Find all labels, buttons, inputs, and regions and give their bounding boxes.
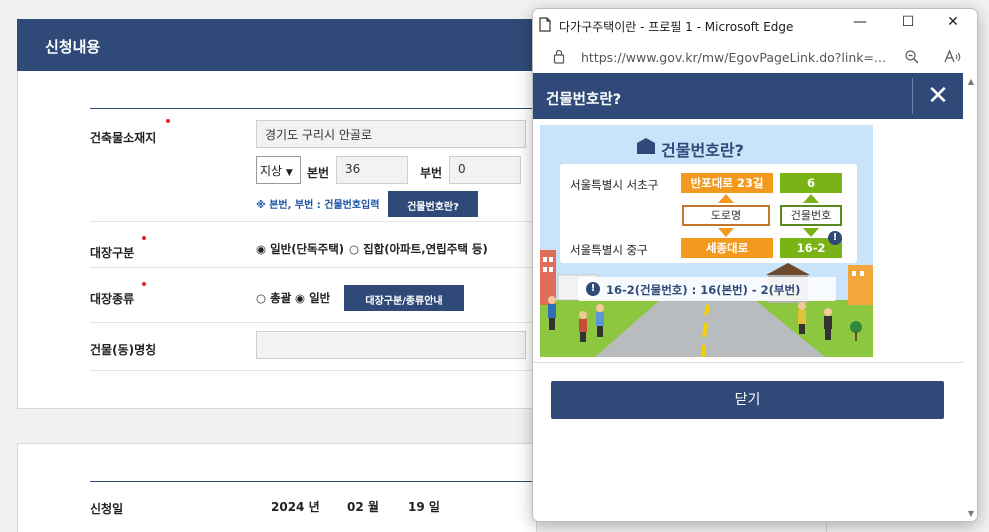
building-no-note: ※ 본번, 부번 : 건물번호입력 bbox=[256, 200, 380, 211]
register-kind-general-label: 일반 bbox=[309, 291, 331, 305]
register-kind-label: 대장종류 bbox=[90, 292, 135, 306]
month-value: 02 bbox=[347, 500, 364, 514]
radio-checked-icon: ◉ bbox=[256, 242, 267, 256]
request-month: 02 월 bbox=[347, 498, 379, 515]
example-num-1: 6 bbox=[780, 173, 842, 193]
example-road-1: 반포대로 23길 bbox=[681, 173, 773, 193]
example-city-1: 서울특별시 서초구 bbox=[570, 178, 659, 192]
year-value: 2024 bbox=[271, 500, 305, 514]
register-type-general-radio[interactable]: ◉ 일반(단독주택) bbox=[256, 241, 344, 257]
required-mark bbox=[142, 282, 146, 286]
close-icon[interactable]: ✕ bbox=[921, 79, 955, 113]
building-name-label: 건물(동)명칭 bbox=[90, 343, 157, 357]
year-unit: 년 bbox=[308, 500, 320, 514]
address-example-card: 서울특별시 서초구 반포대로 23길 6 도로명 건물번호 서울특별시 중구 세… bbox=[560, 164, 857, 263]
edge-popup-window: 다가구주택이란 - 프로필 1 - Microsoft Edge — ☐ ✕ h… bbox=[532, 8, 978, 522]
footnote-box: ! 16-2(건물번호) : 16(본번) - 2(부번) bbox=[578, 277, 836, 301]
sub-no-input[interactable]: 0 bbox=[449, 156, 521, 184]
window-close-button[interactable]: ✕ bbox=[936, 14, 970, 36]
zoom-out-icon[interactable] bbox=[904, 49, 920, 65]
day-unit: 일 bbox=[428, 500, 440, 514]
info-icon: ! bbox=[586, 282, 600, 296]
arrow-down-icon bbox=[718, 228, 734, 237]
radio-unchecked-icon: ○ bbox=[349, 242, 360, 256]
building-name-input[interactable] bbox=[256, 331, 526, 359]
required-mark bbox=[166, 119, 170, 123]
form-top-rule bbox=[90, 481, 538, 482]
register-kind-total-radio[interactable]: ○ 총괄 bbox=[256, 290, 291, 306]
application-form: 건축물소재지 경기도 구리시 안골로 지상 ▼ 본번 36 부번 0 ※ 본번,… bbox=[17, 71, 538, 409]
building-number-illustration: 건물번호란? 서울특별시 서초구 반포대로 23길 6 도로명 건물번호 서울특… bbox=[540, 125, 873, 357]
arrow-down-icon bbox=[803, 228, 819, 237]
request-year: 2024 년 bbox=[271, 498, 320, 515]
chevron-down-icon: ▼ bbox=[285, 168, 293, 178]
lock-icon[interactable] bbox=[553, 49, 565, 64]
address-row: 건축물소재지 경기도 구리시 안골로 지상 ▼ 본번 36 부번 0 ※ 본번,… bbox=[90, 109, 538, 222]
illustration-title: 건물번호란? bbox=[661, 141, 744, 160]
document-icon bbox=[539, 17, 551, 32]
register-type-label: 대장구분 bbox=[90, 246, 135, 260]
required-mark bbox=[142, 236, 146, 240]
house-icon bbox=[637, 138, 655, 154]
address-label: 건축물소재지 bbox=[90, 131, 157, 145]
register-kind-total-label: 총괄 bbox=[270, 291, 292, 305]
window-title: 다가구주택이란 - 프로필 1 - Microsoft Edge bbox=[559, 20, 794, 34]
month-unit: 월 bbox=[367, 500, 379, 514]
popup-content: 건물번호란? 서울특별시 서초구 반포대로 23길 6 도로명 건물번호 서울특… bbox=[533, 119, 963, 363]
example-city-2: 서울특별시 중구 bbox=[570, 243, 648, 257]
request-date-box: 신청일 2024 년 02 월 19 일 bbox=[17, 443, 538, 532]
register-kind-row: 대장종류 ○ 총괄 ◉ 일반 대장구분/종류안내 bbox=[90, 268, 538, 323]
register-kind-general-radio[interactable]: ◉ 일반 bbox=[295, 290, 330, 306]
register-guide-button[interactable]: 대장구분/종류안내 bbox=[344, 285, 464, 311]
popup-title: 건물번호란? bbox=[546, 92, 622, 108]
ground-select[interactable]: 지상 ▼ bbox=[256, 156, 301, 184]
main-no-input[interactable]: 36 bbox=[336, 156, 408, 184]
scroll-up-arrow[interactable]: ▲ bbox=[966, 77, 976, 87]
radio-unchecked-icon: ○ bbox=[256, 291, 267, 305]
register-type-general-label: 일반(단독주택) bbox=[270, 242, 345, 256]
day-value: 19 bbox=[408, 500, 425, 514]
example-road-2: 세종대로 bbox=[681, 238, 773, 258]
building-no-button[interactable]: 건물번호란? bbox=[388, 191, 478, 217]
scroll-down-arrow[interactable]: ▼ bbox=[966, 509, 976, 519]
request-day: 19 일 bbox=[408, 498, 440, 515]
road-name-tag: 도로명 bbox=[682, 205, 770, 226]
building-name-row: 건물(동)명칭 bbox=[90, 323, 538, 371]
close-button[interactable]: 닫기 bbox=[551, 381, 944, 419]
alert-icon: ! bbox=[828, 231, 842, 245]
popup-scrollbar[interactable]: ▲ ▼ bbox=[963, 73, 977, 521]
arrow-up-icon bbox=[803, 194, 819, 203]
section-title: 신청내용 bbox=[17, 19, 537, 71]
main-no-label: 본번 bbox=[307, 166, 330, 180]
register-type-collective-radio[interactable]: ○ 집합(아파트,연립주택 등) bbox=[349, 241, 488, 257]
footnote-text: 16-2(건물번호) : 16(본번) - 2(부번) bbox=[606, 283, 801, 297]
sub-no-label: 부번 bbox=[420, 166, 443, 180]
minimize-button[interactable]: — bbox=[843, 14, 877, 36]
address-input[interactable]: 경기도 구리시 안골로 bbox=[256, 120, 526, 148]
address-bar: https://www.gov.kr/mw/EgovPageLink.do?li… bbox=[533, 41, 977, 73]
maximize-button[interactable]: ☐ bbox=[891, 14, 925, 36]
register-type-collective-label: 집합(아파트,연립주택 등) bbox=[363, 242, 488, 256]
popup-header: 건물번호란? ✕ bbox=[533, 73, 963, 119]
radio-checked-icon: ◉ bbox=[295, 291, 306, 305]
arrow-up-icon bbox=[718, 194, 734, 203]
register-type-row: 대장구분 ◉ 일반(단독주택) ○ 집합(아파트,연립주택 등) bbox=[90, 222, 538, 268]
read-aloud-icon[interactable] bbox=[943, 49, 961, 65]
url-text[interactable]: https://www.gov.kr/mw/EgovPageLink.do?li… bbox=[581, 50, 886, 65]
window-titlebar: 다가구주택이란 - 프로필 1 - Microsoft Edge — ☐ ✕ bbox=[533, 9, 977, 41]
request-date-label: 신청일 bbox=[90, 502, 124, 516]
ground-select-value: 지상 bbox=[260, 164, 283, 178]
building-number-tag: 건물번호 bbox=[780, 205, 842, 226]
header-divider bbox=[912, 78, 913, 114]
